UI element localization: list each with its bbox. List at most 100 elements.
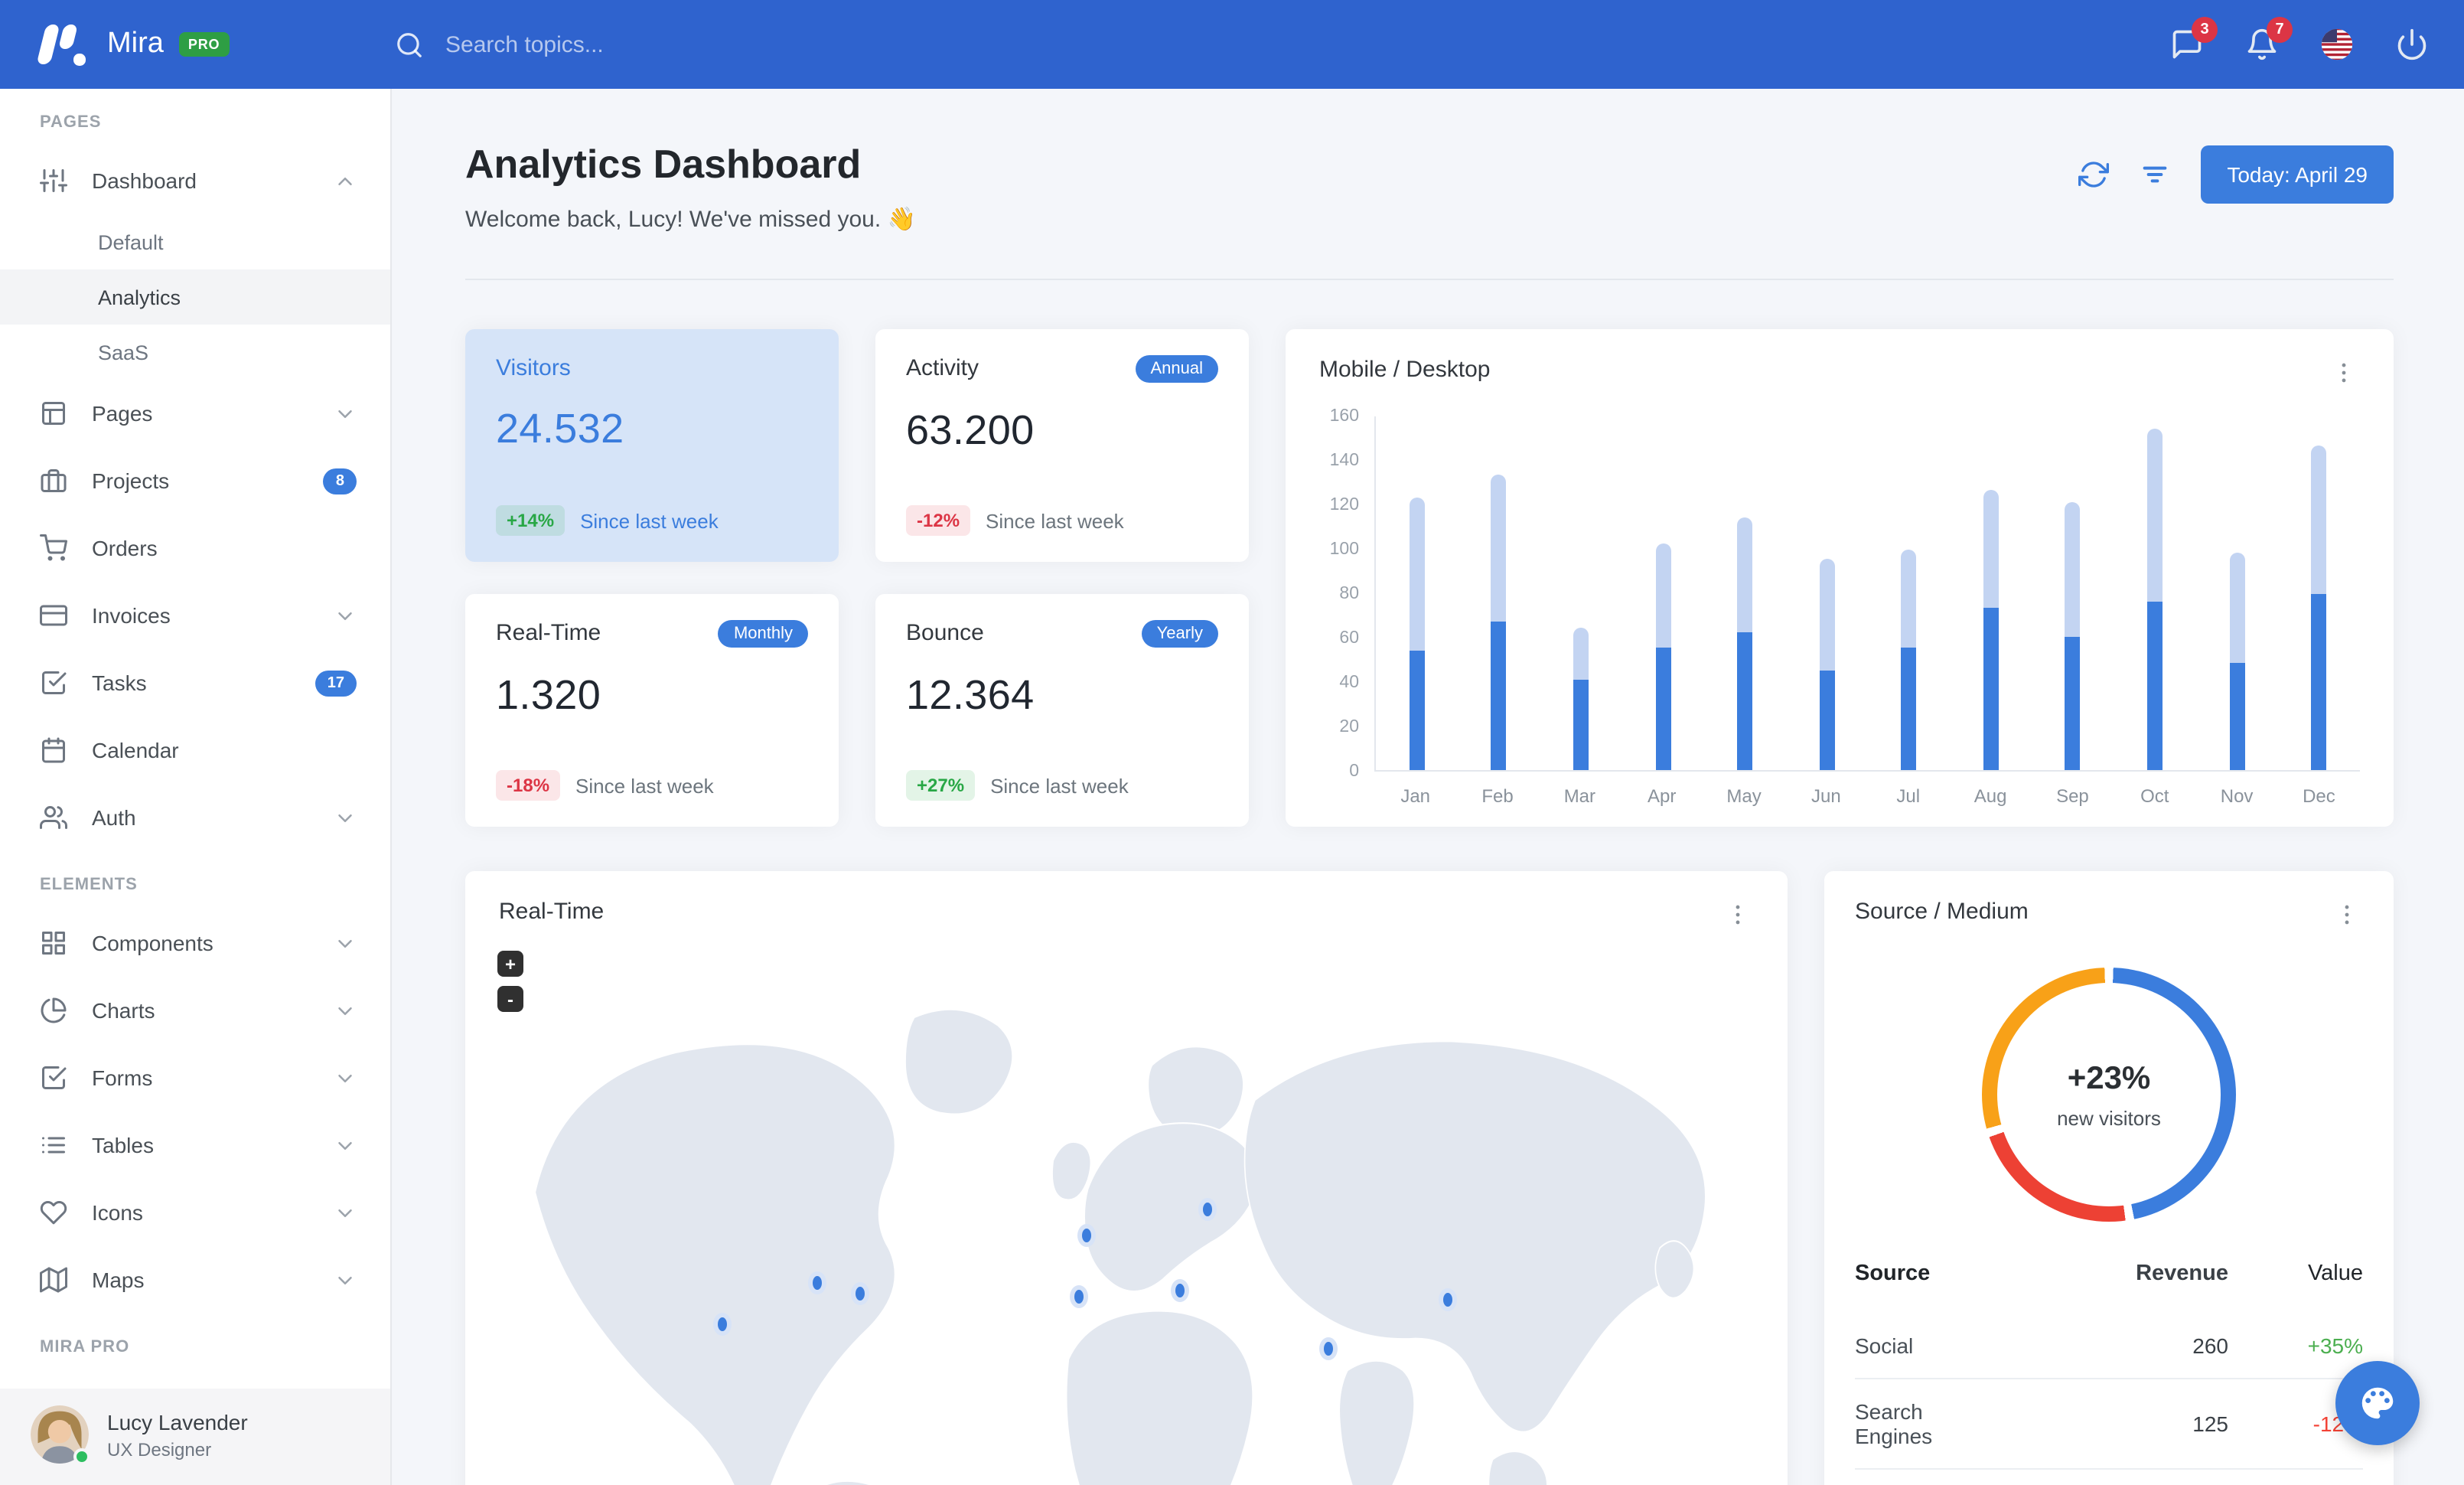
sidebar-item-icons[interactable]: Icons [0,1179,390,1246]
stat-card-bounce: Bounce Yearly 12.364 +27% Since last week [875,594,1249,827]
messages-button[interactable]: 3 [2170,17,2218,61]
bar-group-oct [2114,416,2195,770]
sidebar-user[interactable]: Lucy Lavender UX Designer [0,1389,390,1485]
sidebar-item-auth[interactable]: Auth [0,784,390,851]
avatar [31,1405,90,1465]
stat-period-badge[interactable]: Annual [1135,355,1218,383]
world-map[interactable] [484,954,1769,1485]
row-source: Social [1855,1333,1914,1358]
row-revenue: 125 [2192,1412,2228,1436]
refresh-icon [2078,162,2110,188]
map-zoom-out-button[interactable]: - [497,986,523,1012]
x-tick-label: Oct [2140,785,2169,807]
list-icon [40,1131,67,1159]
sidebar-item-forms[interactable]: Forms [0,1044,390,1111]
chevron-down-icon [334,604,357,627]
stat-caption: Since last week [986,509,1124,532]
sidebar-subitem-saas[interactable]: SaaS [0,325,390,380]
bar-mobile-segment [1737,632,1753,770]
language-button[interactable] [2320,28,2354,61]
sidebar: PAGES Dashboard Default Analytics SaaS Pages P… [0,89,392,1485]
bar-group-aug [1950,416,2032,770]
bar-group-jul [1868,416,1950,770]
bar-mobile-segment [1409,650,1425,770]
y-tick-label: 120 [1329,496,1359,514]
check-square-icon [40,1064,67,1092]
sidebar-item-pages[interactable]: Pages [0,380,390,447]
page-subtitle: Welcome back, Lucy! We've missed you. 👋 [465,207,916,233]
col-header-source: Source [1855,1261,1931,1286]
filter-icon [2143,166,2167,183]
bar-mobile-segment [2146,601,2163,770]
sidebar-item-projects[interactable]: Projects 8 [0,447,390,514]
stat-period-badge[interactable]: Monthly [718,620,808,648]
sidebar-item-maps[interactable]: Maps [0,1246,390,1314]
map-marker-4 [1077,1224,1096,1248]
sidebar-item-tasks[interactable]: Tasks 17 [0,649,390,716]
table-row-direct: Direct164+46% [1855,1468,2363,1485]
search-input[interactable] [442,30,932,59]
stat-card-activity: Activity Annual 63.200 -12% Since last week [875,329,1249,562]
main-content: Analytics Dashboard Welcome back, Lucy! … [392,89,2464,1485]
map-marker-1 [713,1312,732,1336]
search-icon [397,32,422,57]
sidebar-item-label: Tasks [92,671,147,695]
stat-caption: Since last week [575,774,714,797]
card-menu-button[interactable] [1722,899,1754,931]
table-header-row: Source Revenue Value [1855,1261,2363,1314]
sidebar-subitem-default[interactable]: Default [0,214,390,269]
card-menu-button[interactable] [2331,899,2363,931]
sidebar-item-components[interactable]: Components [0,909,390,977]
sidebar-item-calendar[interactable]: Calendar [0,716,390,784]
col-header-revenue: Revenue [2136,1261,2228,1286]
bar-mobile-segment [2229,663,2245,770]
map-marker-7 [1171,1278,1190,1302]
row-revenue: 260 [2192,1333,2228,1358]
signout-button[interactable] [2395,28,2429,61]
brand[interactable]: Mira PRO [0,21,355,67]
map-zoom-in-button[interactable]: + [497,951,523,977]
stat-title: Real-Time [496,620,601,646]
x-tick-label: Jul [1896,785,1921,807]
sidebar-item-label: Charts [92,998,155,1023]
sidebar-item-dashboard[interactable]: Dashboard [0,147,390,214]
stat-period-badge[interactable]: Yearly [1141,620,1218,648]
app-root: Mira PRO 3 7 [0,0,2464,1485]
navbar-search [395,30,2170,59]
refresh-button[interactable] [2078,159,2110,190]
sidebar-item-invoices[interactable]: Invoices [0,582,390,649]
map-marker-9 [1439,1288,1457,1311]
source-medium-card: Source / Medium +23% new visitors Source… [1824,871,2394,1485]
map-marker-5 [1069,1284,1088,1308]
stat-card-visitors: Visitors 24.532 +14% Since last week [465,329,839,562]
sidebar-item-label: Calendar [92,738,179,762]
card-menu-button[interactable] [2328,357,2360,389]
bar-group-sep [2032,416,2114,770]
sidebar-subitem-analytics[interactable]: Analytics [0,269,390,325]
table-row-social: Social 260 +35% [1855,1314,2363,1378]
stat-title: Activity [906,355,979,381]
top-navbar: Mira PRO 3 7 [0,0,2464,89]
sidebar-item-label: Auth [92,805,136,830]
bar-mobile-segment [1491,621,1507,770]
mobile-desktop-card: Mobile / Desktop 160 140 120 100 80 60 40 20 0 J… [1286,329,2394,827]
map-marker-6 [1198,1198,1217,1222]
pro-badge: PRO [178,32,230,57]
chevron-down-icon [334,402,357,425]
sidebar-item-orders[interactable]: Orders [0,514,390,582]
shopping-cart-icon [40,534,67,562]
notifications-button[interactable]: 7 [2245,17,2293,61]
y-tick-label: 160 [1329,407,1359,426]
sliders-icon [40,167,67,194]
kebab-icon [2342,363,2346,383]
theme-settings-fab[interactable] [2335,1361,2420,1445]
stat-value: 63.200 [906,407,1035,453]
filter-button[interactable] [2140,159,2170,190]
sidebar-item-label: Tables [92,1133,154,1157]
stat-delta-chip: -18% [496,770,561,801]
date-range-button[interactable]: Today: April 29 [2201,145,2394,204]
sidebar-item-charts[interactable]: Charts [0,977,390,1044]
user-role: UX Designer [107,1438,212,1460]
sidebar-item-tables[interactable]: Tables [0,1111,390,1179]
realtime-map-card: Real-Time + - [465,871,1788,1485]
